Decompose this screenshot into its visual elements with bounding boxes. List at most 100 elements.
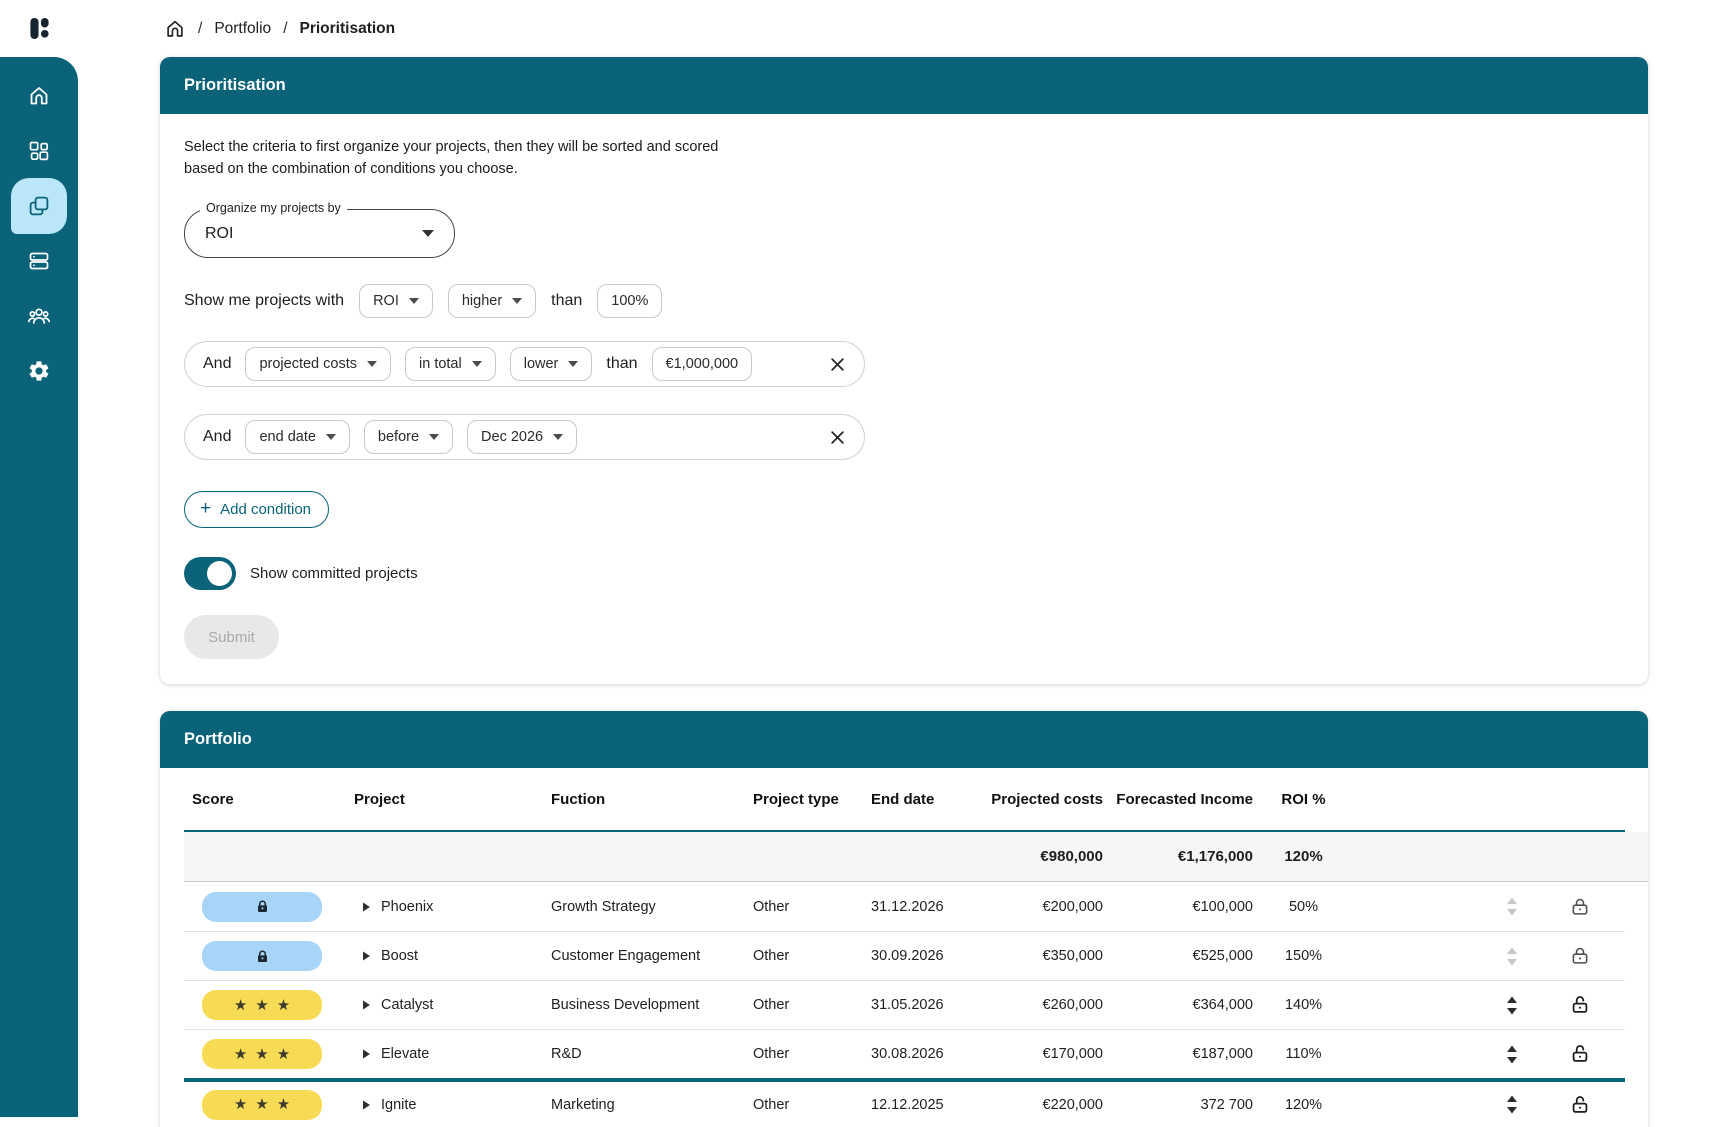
condition1-aggregation-dropdown[interactable]: in total [405,347,496,381]
lock-cell [1534,994,1625,1016]
chevron-down-icon [472,361,482,367]
chevron-down-icon [512,298,522,304]
row-lock-open-button[interactable] [1569,1094,1591,1116]
project-name: Ignite [381,1097,416,1113]
lock-icon [255,899,270,914]
condition-row-2: And end date before Dec 2026 [184,414,865,460]
roi-cell: 150% [1261,948,1346,964]
condition1-comparator-value: lower [524,356,559,372]
breadcrumb-prioritisation: Prioritisation [300,20,396,38]
toggle-knob [207,561,232,586]
row-lock-open-button[interactable] [1569,994,1591,1016]
chevron-down-icon [422,230,434,237]
row-lock-closed-button[interactable] [1569,896,1591,918]
sidebar-item-team[interactable] [27,304,51,328]
chevron-down-icon [409,298,419,304]
lock-open-icon [1569,1043,1591,1065]
score-stepper[interactable] [1506,1095,1518,1114]
chevron-down-icon [367,361,377,367]
filter-prefix-text: Show me projects with [184,292,344,310]
row-lock-open-button[interactable] [1569,1043,1591,1065]
stepper-cell [1490,947,1534,966]
score-stepper[interactable] [1506,897,1518,916]
end-date-cell: 30.08.2026 [871,1046,981,1062]
filter-field-dropdown[interactable]: ROI [359,284,433,318]
score-stepper[interactable] [1506,1045,1518,1064]
column-header-projected-costs: Projected costs [981,791,1111,808]
home-icon [27,84,51,108]
lock-closed-icon [1569,896,1591,918]
projected-costs-cell: €200,000 [981,899,1111,915]
column-header-function: Fuction [551,791,753,808]
lock-cell [1534,1094,1625,1116]
condition2-field-dropdown[interactable]: end date [245,420,349,454]
organize-by-select[interactable]: Organize my projects by ROI [184,209,455,258]
stepper-cell [1490,1045,1534,1064]
sidebar-item-settings[interactable] [27,359,51,383]
condition1-value-text: €1,000,000 [666,356,739,372]
condition2-remove-button[interactable] [828,428,847,447]
column-header-project-type: Project type [753,791,871,808]
expand-row-button[interactable] [361,901,371,913]
expand-row-button[interactable] [361,1048,371,1060]
submit-button[interactable]: Submit [184,615,279,659]
project-type-cell: Other [753,948,871,964]
function-cell: Marketing [551,1097,753,1113]
add-condition-button[interactable]: + Add condition [184,491,329,528]
breadcrumb: / Portfolio / Prioritisation [164,0,395,57]
projects-icon [27,194,51,218]
stepper-arrows-icon [1506,897,1518,916]
stepper-cell [1490,996,1534,1015]
filter-comparator-dropdown[interactable]: higher [448,284,536,318]
condition1-comparator-dropdown[interactable]: lower [510,347,593,381]
filter-field-value: ROI [373,293,399,309]
project-type-cell: Other [753,997,871,1013]
star-icon: ★ [234,1047,247,1062]
score-stars-badge: ★★★ [202,1090,322,1120]
expand-row-button[interactable] [361,999,371,1011]
condition2-comparator-dropdown[interactable]: before [364,420,453,454]
condition1-field-dropdown[interactable]: projected costs [245,347,391,381]
condition1-value-input[interactable]: €1,000,000 [652,347,753,381]
app-logo-icon [28,16,51,41]
condition2-value-text: Dec 2026 [481,429,543,445]
breadcrumb-portfolio[interactable]: Portfolio [214,20,271,38]
condition2-value-dropdown[interactable]: Dec 2026 [467,420,577,454]
expand-row-button[interactable] [361,950,371,962]
filter-comparator-value: higher [462,293,502,309]
sidebar-item-home[interactable] [27,84,51,108]
end-date-cell: 12.12.2025 [871,1097,981,1113]
lock-open-icon [1569,1094,1591,1116]
forecasted-income-cell: 372 700 [1111,1097,1261,1113]
lock-cell [1534,1043,1625,1065]
table-row: BoostCustomer EngagementOther30.09.2026€… [184,931,1625,980]
stepper-arrows-icon [1506,947,1518,966]
sidebar-item-storage[interactable] [27,249,51,273]
filter-value-input[interactable]: 100% [597,284,662,318]
add-condition-label: Add condition [220,501,311,518]
expand-row-button[interactable] [361,1099,371,1111]
home-icon[interactable] [164,18,186,40]
project-cell: Catalyst [354,997,551,1013]
stepper-arrows-icon [1506,1095,1518,1114]
sidebar-item-projects[interactable] [27,194,51,218]
end-date-cell: 30.09.2026 [871,948,981,964]
breadcrumb-separator: / [283,20,287,38]
score-cell [184,941,354,971]
star-icon: ★ [277,1047,290,1062]
projected-costs-cell: €260,000 [981,997,1111,1013]
score-stepper[interactable] [1506,947,1518,966]
forecasted-income-cell: €100,000 [1111,899,1261,915]
row-lock-closed-button[interactable] [1569,945,1591,967]
score-stepper[interactable] [1506,996,1518,1015]
roi-cell: 120% [1261,1097,1346,1113]
star-icon: ★ [255,1047,268,1062]
committed-toggle-row: Show committed projects [184,557,1624,590]
column-header-forecasted-income: Forecasted Income [1111,791,1261,808]
show-committed-toggle[interactable] [184,557,236,590]
projected-costs-cell: €220,000 [981,1097,1111,1113]
sidebar-item-dashboard[interactable] [27,139,51,163]
chevron-down-icon [429,434,439,440]
score-lock-badge [202,892,322,922]
condition1-remove-button[interactable] [828,355,847,374]
